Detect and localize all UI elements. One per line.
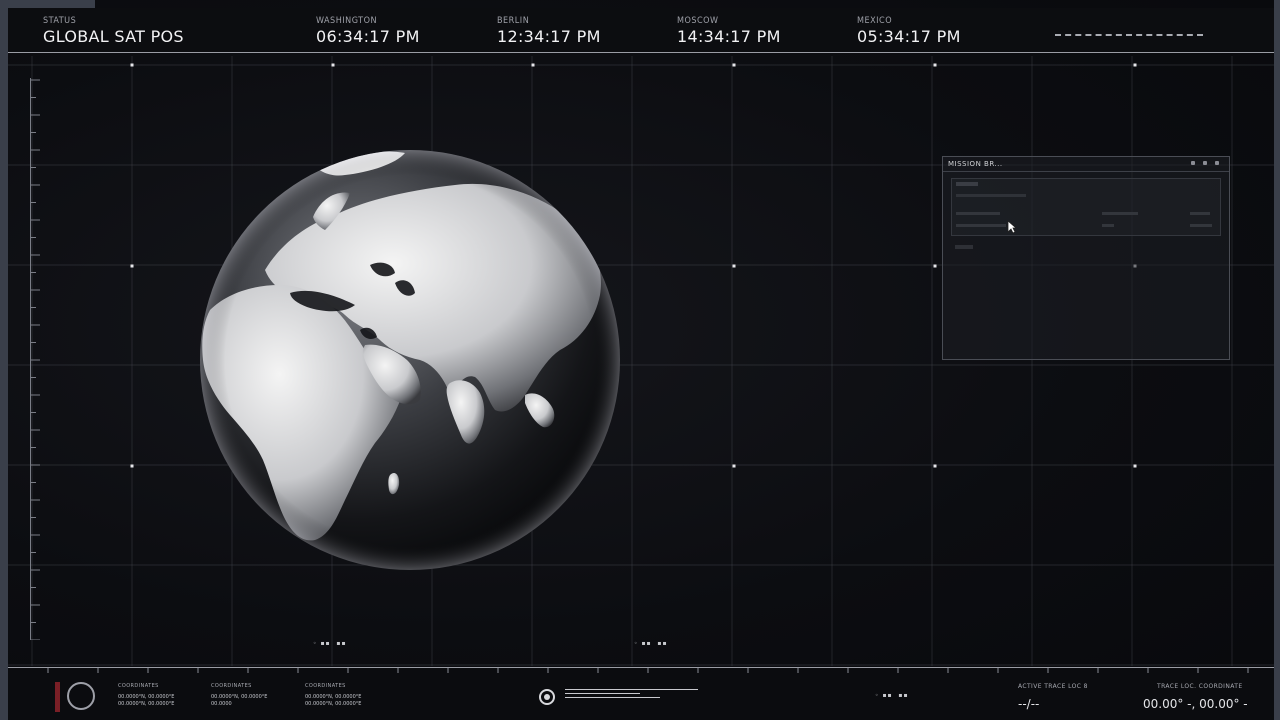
coordinates-value: 00.0000°N, 00.0000°E — [305, 694, 362, 700]
signal-bars — [565, 689, 698, 701]
status-label: STATUS — [43, 16, 77, 26]
status-block: STATUS GLOBAL SAT POS — [43, 16, 184, 46]
header-dash-line — [1055, 34, 1203, 36]
coordinates-label: COORDINATES — [118, 683, 159, 689]
mission-content-panel — [951, 178, 1221, 236]
ring-icon[interactable] — [67, 682, 95, 710]
signal-bar — [565, 697, 660, 698]
active-trace-value: --/-- — [1018, 697, 1040, 711]
grid-node — [933, 63, 937, 67]
coordinates-label: COORDINATES — [305, 683, 346, 689]
clock-city: WASHINGTON — [316, 16, 378, 26]
alert-indicator — [55, 682, 60, 712]
clock-time: 14:34:17 PM — [677, 27, 781, 46]
clock-berlin: BERLIN 12:34:17 PM — [497, 16, 601, 46]
clock-city: MOSCOW — [677, 16, 719, 26]
clock-time: 05:34:17 PM — [857, 27, 961, 46]
mission-faint-text — [956, 212, 1000, 215]
clock-mexico: MEXICO 05:34:17 PM — [857, 16, 961, 46]
globe[interactable] — [195, 145, 625, 575]
minimize-icon[interactable] — [1191, 161, 1195, 165]
grid-node — [1133, 63, 1137, 67]
clock-city: BERLIN — [497, 16, 530, 26]
grid-node — [331, 63, 335, 67]
grid-node — [531, 63, 535, 67]
cursor-icon — [1007, 220, 1017, 234]
mission-faint-text — [955, 245, 973, 249]
window-controls — [1191, 161, 1219, 165]
coordinates-label: COORDINATES — [211, 683, 252, 689]
grid-node — [732, 63, 736, 67]
bottom-ticks — [47, 668, 1249, 673]
active-trace-label: ACTIVE TRACE LOC 8 — [1018, 683, 1088, 690]
left-ruler — [30, 78, 40, 640]
clock-city: MEXICO — [857, 16, 893, 26]
signal-bar — [565, 693, 640, 694]
coordinates-value: 00.0000°N, 00.0000°E — [118, 701, 175, 707]
hud-screen: STATUS GLOBAL SAT POS WASHINGTON 06:34:1… — [0, 0, 1280, 720]
clock-time: 12:34:17 PM — [497, 27, 601, 46]
mission-faint-text — [1190, 212, 1210, 215]
mission-brief-window[interactable]: MISSION BR... — [942, 156, 1230, 360]
grid-node — [732, 264, 736, 268]
grid-overlay — [8, 56, 1274, 666]
top-bar — [8, 8, 1274, 52]
clock-time: 06:34:17 PM — [316, 27, 420, 46]
top-divider — [8, 52, 1274, 53]
signal-bar — [565, 689, 698, 690]
grid-node — [130, 464, 134, 468]
mission-faint-text — [1190, 224, 1212, 227]
coordinates-block-1: COORDINATES 00.0000°N, 00.0000°E 00.0000… — [118, 683, 174, 708]
clock-moscow: MOSCOW 14:34:17 PM — [677, 16, 781, 46]
coordinates-value: 00.0000 — [211, 701, 232, 707]
target-icon[interactable] — [539, 689, 555, 705]
grid-node — [130, 63, 134, 67]
mission-window-title[interactable]: MISSION BR... — [943, 157, 1229, 172]
status-value: GLOBAL SAT POS — [43, 27, 184, 46]
marker-glyph: ◦ ▪▪ ▪▪ — [875, 692, 909, 699]
coordinates-block-2: COORDINATES 00.0000°N, 00.0000°E 00.0000 — [211, 683, 267, 708]
coordinates-value: 00.0000°N, 00.0000°E — [211, 694, 268, 700]
grid-node — [1133, 464, 1137, 468]
mission-faint-text — [1102, 224, 1114, 227]
grid-node — [933, 464, 937, 468]
maximize-icon[interactable] — [1203, 161, 1207, 165]
grid-node — [933, 264, 937, 268]
mission-faint-text — [956, 224, 1006, 227]
mission-faint-text — [956, 194, 1026, 197]
coordinates-block-3: COORDINATES 00.0000°N, 00.0000°E 00.0000… — [305, 683, 361, 708]
marker-glyph: ◦ ▪▪ ▪▪ — [634, 640, 668, 647]
marker-glyph: ◦ ▪▪ ▪▪ — [313, 640, 347, 647]
coordinates-value: 00.0000°N, 00.0000°E — [118, 694, 175, 700]
trace-loc-value: 00.00° -, 00.00° - — [1143, 697, 1248, 711]
clock-washington: WASHINGTON 06:34:17 PM — [316, 16, 420, 46]
close-icon[interactable] — [1215, 161, 1219, 165]
coordinates-value: 00.0000°N, 00.0000°E — [305, 701, 362, 707]
grid-node — [732, 464, 736, 468]
mission-faint-text — [956, 182, 978, 186]
grid-node — [130, 264, 134, 268]
mission-faint-text — [1102, 212, 1138, 215]
trace-loc-label: TRACE LOC. COORDINATE — [1157, 683, 1243, 690]
